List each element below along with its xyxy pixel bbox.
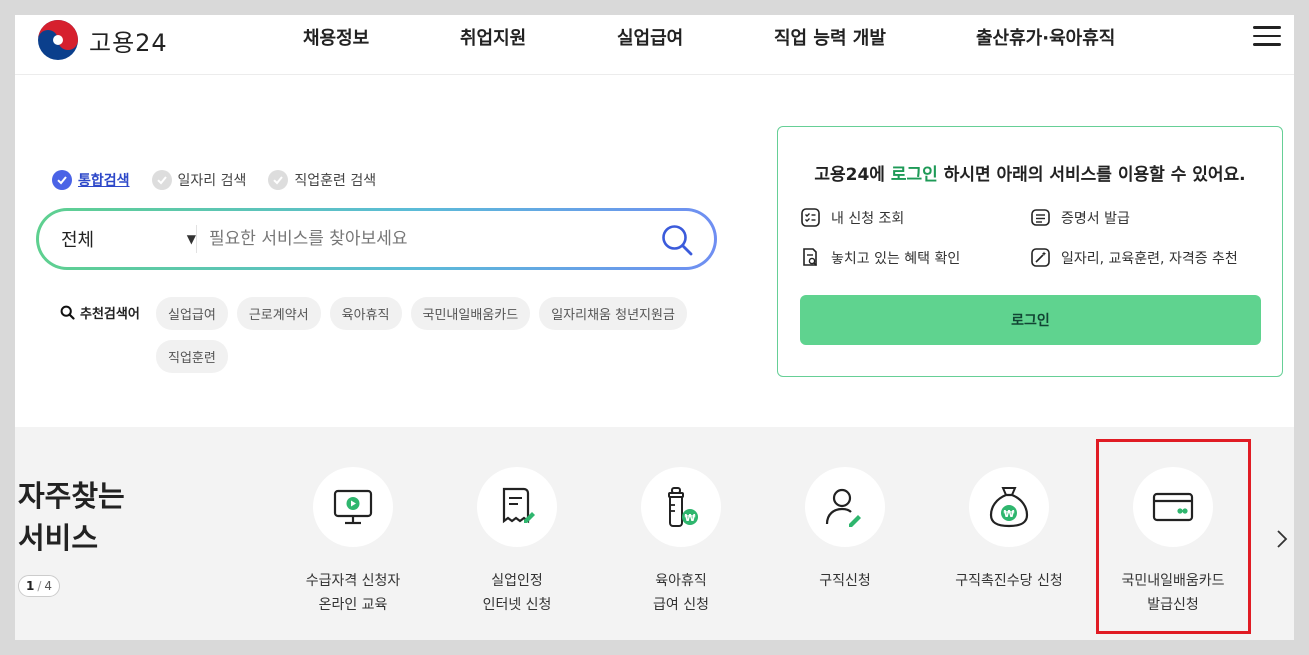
service-label: 구직촉진수당 신청 xyxy=(955,573,1063,589)
frequent-services-title: 자주찾는 서비스 xyxy=(18,475,125,559)
search-type-training[interactable]: 직업훈련 검색 xyxy=(268,170,376,190)
hamburger-menu-icon[interactable] xyxy=(1253,26,1281,48)
service-parental-leave-benefit[interactable]: ₩ 육아휴직 급여 신청 xyxy=(601,467,761,617)
login-panel: 고용24에 로그인 하시면 아래의 서비스를 이용할 수 있어요. 내 신청 조… xyxy=(777,126,1283,377)
login-message-prefix: 고용24에 xyxy=(814,165,891,185)
search-inner: 전체 ▼ xyxy=(39,211,714,267)
carousel-pager: 1 / 4 xyxy=(18,575,60,597)
search-type-integrated[interactable]: 통합검색 xyxy=(52,170,130,190)
search-small-icon xyxy=(60,305,75,320)
service-label: 육아휴직 급여 신청 xyxy=(653,573,709,613)
frequent-title-line2: 서비스 xyxy=(18,521,99,555)
frequent-title-line1: 자주찾는 xyxy=(18,479,125,513)
pager-current: 1 xyxy=(25,579,35,593)
check-icon xyxy=(268,170,289,190)
keyword-chip[interactable]: 국민내일배움카드 xyxy=(410,297,531,330)
header: 고용24 채용정보 취업지원 실업급여 직업 능력 개발 출산휴가·육아휴직 xyxy=(15,15,1294,75)
highlight-box xyxy=(1096,439,1251,634)
service-job-seeking-allowance[interactable]: ₩ 구직촉진수당 신청 xyxy=(929,467,1089,593)
svg-text:₩: ₩ xyxy=(684,513,695,524)
check-icon xyxy=(52,170,72,190)
nav-maternity-parental-leave[interactable]: 출산휴가·육아휴직 xyxy=(976,24,1115,50)
pager-total: 4 xyxy=(44,579,53,593)
service-icon-circle: ₩ xyxy=(641,467,721,547)
login-service-item: 내 신청 조회 xyxy=(800,207,904,228)
nav-unemployment-benefit[interactable]: 실업급여 xyxy=(617,24,683,50)
monitor-play-icon xyxy=(333,489,373,525)
search-type-label: 통합검색 xyxy=(78,173,130,189)
service-online-education[interactable]: 수급자격 신청자 온라인 교육 xyxy=(273,467,433,617)
money-bag-won-icon: ₩ xyxy=(989,487,1029,528)
magic-wand-icon xyxy=(1031,248,1050,267)
keyword-chip[interactable]: 일자리채움 청년지원금 xyxy=(539,297,687,330)
login-message-highlight: 로그인 xyxy=(890,165,938,185)
service-icon-circle xyxy=(313,467,393,547)
keyword-chip[interactable]: 육아휴직 xyxy=(329,297,402,330)
login-service-label: 증명서 발급 xyxy=(1061,210,1130,227)
login-service-item: 놓치고 있는 혜택 확인 xyxy=(800,247,960,268)
keyword-chip[interactable]: 근로계약서 xyxy=(236,297,321,330)
login-service-item: 증명서 발급 xyxy=(1030,207,1130,228)
pager-separator: / xyxy=(37,579,42,593)
certificate-icon xyxy=(1031,209,1050,226)
search-box: 전체 ▼ xyxy=(36,208,717,270)
nav-vocational-training[interactable]: 직업 능력 개발 xyxy=(774,24,886,50)
search-type-label: 직업훈련 검색 xyxy=(294,173,377,189)
service-job-application[interactable]: 구직신청 xyxy=(765,467,925,593)
caret-down-icon: ▼ xyxy=(186,232,196,246)
keyword-chip[interactable]: 직업훈련 xyxy=(156,340,228,373)
login-message: 고용24에 로그인 하시면 아래의 서비스를 이용할 수 있어요. xyxy=(778,160,1282,185)
search-icon[interactable] xyxy=(660,223,694,257)
baby-bottle-won-icon: ₩ xyxy=(668,487,698,527)
checklist-icon xyxy=(801,208,820,227)
recommended-title: 추천검색어 xyxy=(60,303,140,322)
document-search-icon xyxy=(803,248,817,266)
service-label: 구직신청 xyxy=(819,573,871,589)
login-message-suffix: 하시면 아래의 서비스를 이용할 수 있어요. xyxy=(937,165,1246,185)
service-label: 수급자격 신청자 온라인 교육 xyxy=(305,573,401,613)
login-service-label: 내 신청 조회 xyxy=(831,210,905,227)
divider xyxy=(196,225,197,253)
check-icon xyxy=(151,170,172,190)
login-button[interactable]: 로그인 xyxy=(800,295,1261,345)
service-label: 실업인정 인터넷 신청 xyxy=(482,573,552,613)
nav-employment-support[interactable]: 취업지원 xyxy=(460,24,526,50)
nav-job-info[interactable]: 채용정보 xyxy=(303,24,369,50)
receipt-pencil-icon xyxy=(502,487,535,524)
search-input[interactable] xyxy=(209,223,639,255)
search-type-label: 일자리 검색 xyxy=(177,173,247,189)
login-service-label: 놓치고 있는 혜택 확인 xyxy=(831,250,961,267)
search-type-options: 통합검색 일자리 검색 직업훈련 검색 xyxy=(52,170,376,190)
keyword-chips: 실업급여 근로계약서 육아휴직 국민내일배움카드 일자리채움 청년지원금 직업훈… xyxy=(156,297,716,373)
recommended-title-label: 추천검색어 xyxy=(80,307,140,322)
search-scope-select[interactable]: 전체 ▼ xyxy=(61,211,196,267)
main-nav: 채용정보 취업지원 실업급여 직업 능력 개발 출산휴가·육아휴직 xyxy=(15,24,1294,50)
svg-text:₩: ₩ xyxy=(1003,509,1014,520)
search-scope-value: 전체 xyxy=(61,230,95,251)
login-service-item: 일자리, 교육훈련, 자격증 추천 xyxy=(1030,247,1238,268)
login-service-label: 일자리, 교육훈련, 자격증 추천 xyxy=(1061,250,1238,267)
chevron-right-icon[interactable] xyxy=(1273,527,1291,551)
search-type-jobs[interactable]: 일자리 검색 xyxy=(151,170,247,190)
person-pencil-icon xyxy=(825,488,861,527)
service-icon-circle xyxy=(805,467,885,547)
service-icon-circle xyxy=(477,467,557,547)
service-icon-circle: ₩ xyxy=(969,467,1049,547)
keyword-chip[interactable]: 실업급여 xyxy=(156,297,228,330)
service-unemployment-recognition[interactable]: 실업인정 인터넷 신청 xyxy=(437,467,597,617)
